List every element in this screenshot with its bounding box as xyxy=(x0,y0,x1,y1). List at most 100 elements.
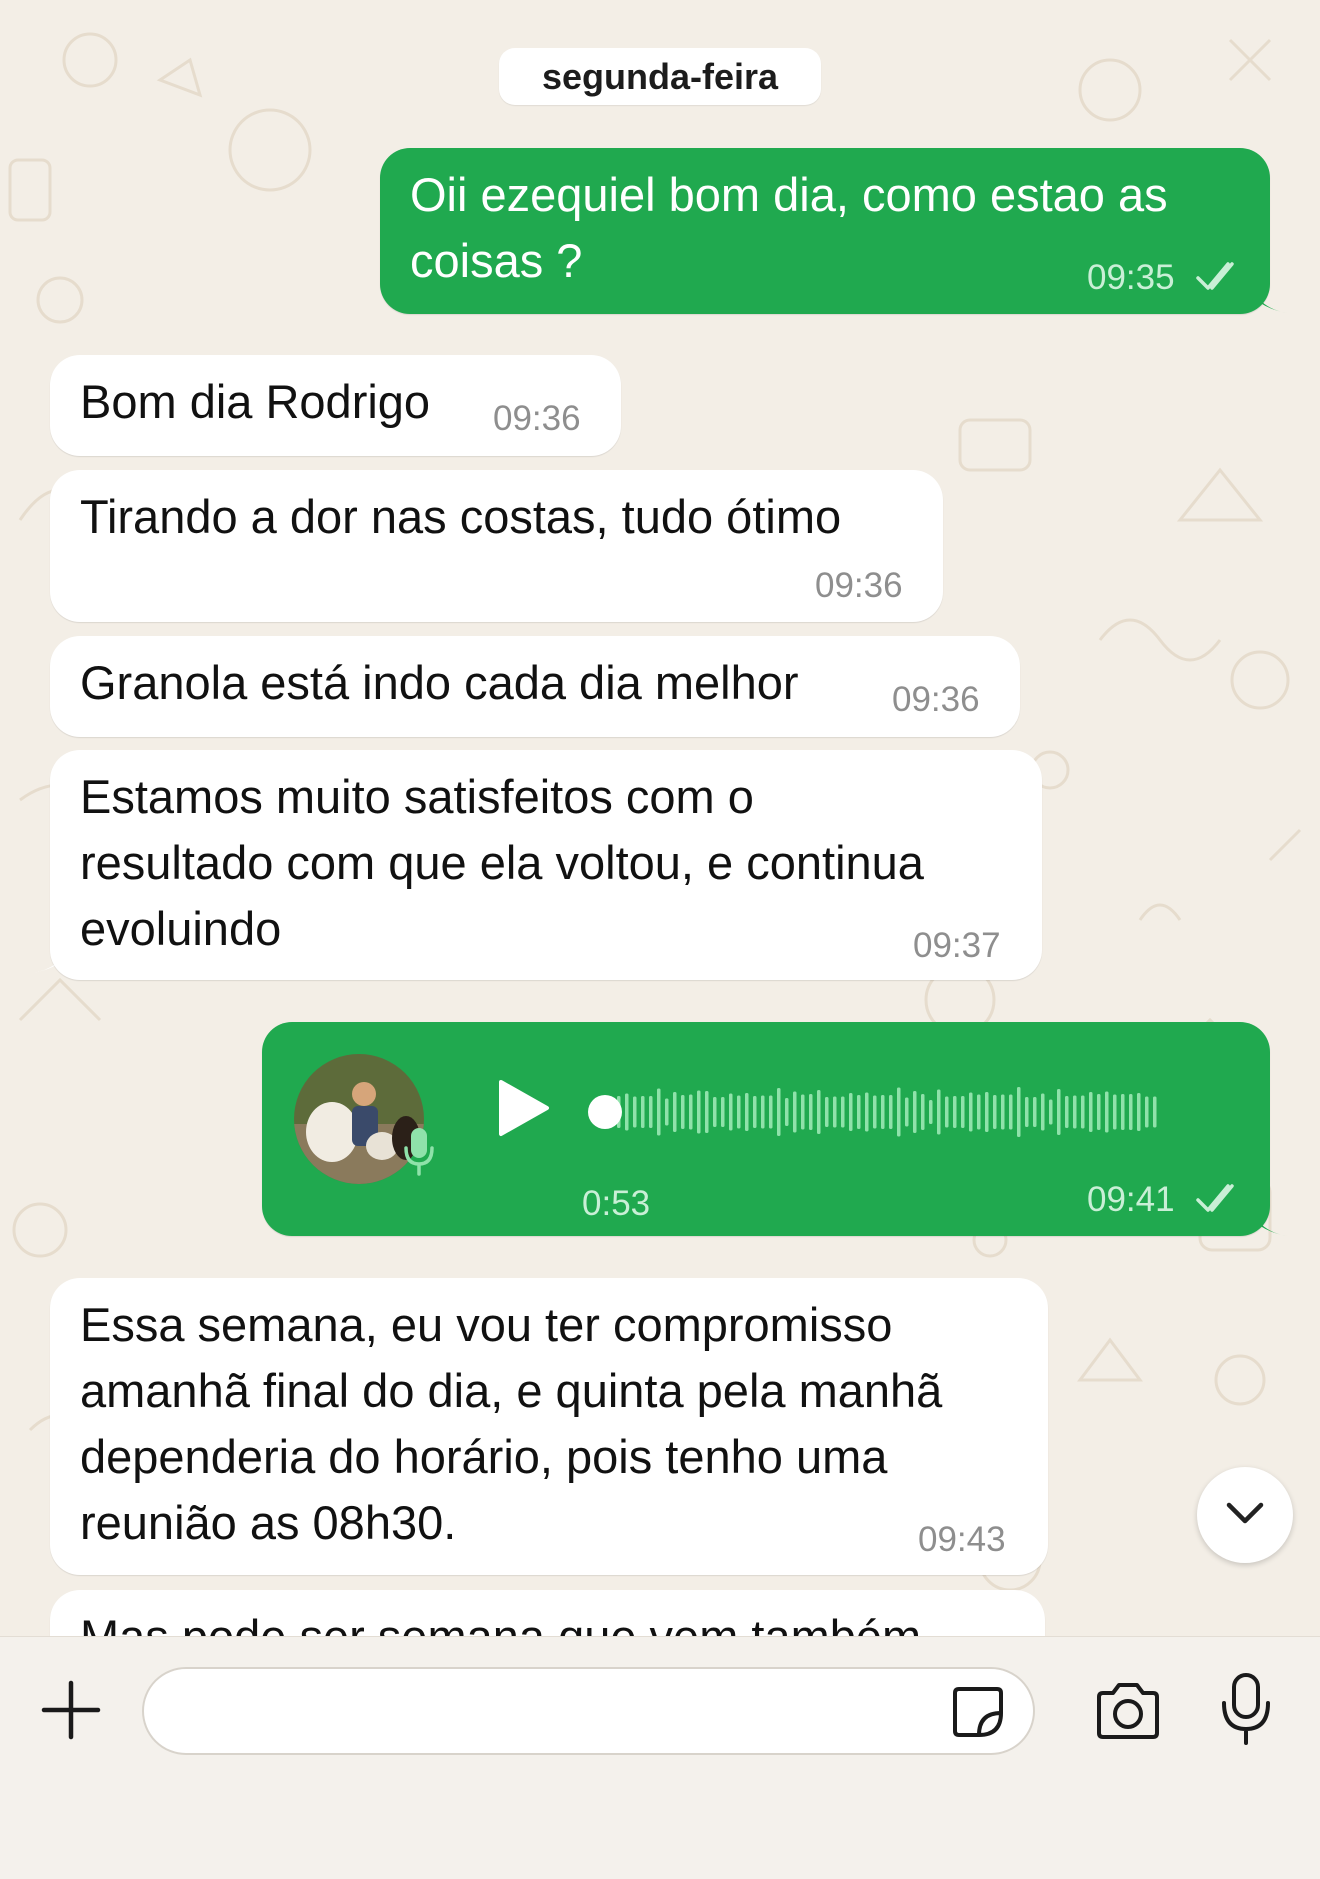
date-separator: segunda-feira xyxy=(499,48,821,105)
message-text: Oii ezequiel bom dia, como estao as xyxy=(410,168,1168,221)
voice-message[interactable]: 0:53 09:41 xyxy=(262,1022,1270,1236)
waveform-bar xyxy=(769,1095,773,1129)
message-time: 09:35 xyxy=(1087,258,1175,297)
message-text: Granola está indo cada dia melhor xyxy=(80,656,799,709)
waveform-bar xyxy=(697,1090,701,1134)
message-text: Bom dia Rodrigo xyxy=(80,375,431,428)
waveform-bar xyxy=(817,1090,821,1134)
message-time: 09:43 xyxy=(918,1520,1006,1559)
chevron-down-icon xyxy=(1226,1502,1264,1524)
waveform-bar xyxy=(1041,1093,1045,1131)
message-text: resultado com que ela voltou, e continua xyxy=(80,836,924,889)
waveform-bar xyxy=(657,1088,661,1136)
message-time: 09:36 xyxy=(493,399,581,438)
incoming-message[interactable]: Essa semana, eu vou ter compromisso aman… xyxy=(50,1278,1048,1575)
waveform-bar xyxy=(937,1089,941,1135)
waveform-bar xyxy=(673,1092,677,1132)
waveform-bar xyxy=(1081,1095,1085,1129)
waveform-bar xyxy=(1025,1097,1029,1127)
waveform-bar xyxy=(785,1098,789,1126)
waveform-bar xyxy=(1057,1089,1061,1135)
waveform-bar xyxy=(953,1096,957,1128)
waveform-bar xyxy=(1009,1094,1013,1130)
chat-area[interactable]: segunda-feira Oii ezequiel bom dia, como… xyxy=(0,0,1320,1636)
message-text: Tirando a dor nas costas, tudo ótimo xyxy=(80,490,842,543)
message-text: Estamos muito satisfeitos com o xyxy=(80,770,754,823)
waveform-bar xyxy=(849,1093,853,1131)
playhead-handle[interactable] xyxy=(588,1095,622,1129)
waveform-bar xyxy=(865,1092,869,1132)
message-composer xyxy=(0,1636,1320,1879)
waveform-bar xyxy=(825,1097,829,1127)
incoming-message[interactable]: Estamos muito satisfeitos com o resultad… xyxy=(50,750,1042,980)
waveform-bar xyxy=(737,1095,741,1129)
microphone-icon[interactable] xyxy=(1220,1671,1272,1747)
waveform-bar xyxy=(1113,1094,1117,1130)
play-icon[interactable] xyxy=(495,1078,551,1138)
waveform-bar xyxy=(641,1096,645,1128)
voice-duration: 0:53 xyxy=(582,1184,651,1223)
message-text: amanhã final do dia, e quinta pela manhã xyxy=(80,1364,943,1417)
waveform-bar xyxy=(793,1091,797,1133)
camera-icon[interactable] xyxy=(1093,1681,1163,1741)
waveform-bar xyxy=(945,1096,949,1128)
waveform-bar xyxy=(633,1096,637,1128)
waveform-bar xyxy=(857,1095,861,1129)
waveform-bar xyxy=(1145,1096,1149,1128)
message-text: evoluindo xyxy=(80,902,282,955)
waveform-bar xyxy=(1129,1094,1133,1130)
waveform-bar xyxy=(905,1097,909,1127)
waveform-bar xyxy=(929,1100,933,1124)
waveform-bar xyxy=(729,1093,733,1131)
incoming-message[interactable]: Bom dia Rodrigo 09:36 xyxy=(50,355,621,456)
waveform-bar xyxy=(801,1094,805,1130)
voice-waveform[interactable] xyxy=(587,1074,1187,1150)
waveform-bar xyxy=(1033,1097,1037,1127)
waveform-bar xyxy=(873,1095,877,1129)
message-text: Mas pode ser semana que vem também xyxy=(80,1604,921,1636)
waveform-bar xyxy=(753,1096,757,1128)
waveform-bar xyxy=(1097,1094,1101,1130)
waveform-bar xyxy=(721,1097,725,1127)
waveform-bar xyxy=(777,1088,781,1136)
incoming-message-partial[interactable]: Mas pode ser semana que vem também xyxy=(50,1590,1045,1636)
waveform-bar xyxy=(961,1096,965,1128)
microphone-badge-icon xyxy=(404,1128,434,1176)
incoming-message[interactable]: Tirando a dor nas costas, tudo ótimo 09:… xyxy=(50,470,943,622)
waveform-bar xyxy=(913,1091,917,1133)
waveform-bar xyxy=(809,1094,813,1130)
waveform-bar xyxy=(713,1097,717,1127)
message-time: 09:41 xyxy=(1087,1180,1175,1219)
waveform-bar xyxy=(681,1095,685,1129)
waveform-bar xyxy=(841,1096,845,1128)
message-time: 09:37 xyxy=(913,926,1001,965)
plus-icon[interactable] xyxy=(40,1679,102,1741)
waveform-bar xyxy=(689,1094,693,1130)
waveform-bar xyxy=(977,1094,981,1130)
waveform-bar xyxy=(1089,1092,1093,1132)
waveform-bar xyxy=(1049,1099,1053,1125)
scroll-to-bottom-button[interactable] xyxy=(1197,1467,1293,1563)
message-text: Essa semana, eu vou ter compromisso xyxy=(80,1298,893,1351)
waveform-bar xyxy=(969,1092,973,1132)
waveform-bar xyxy=(1073,1095,1077,1129)
waveform-bar xyxy=(705,1091,709,1133)
waveform-bar xyxy=(1017,1087,1021,1137)
waveform-bar xyxy=(1137,1093,1141,1131)
waveform-bar xyxy=(1001,1094,1005,1130)
waveform-bar xyxy=(889,1095,893,1129)
message-input-container[interactable] xyxy=(142,1667,1035,1755)
waveform-bar xyxy=(833,1096,837,1128)
read-ticks-icon xyxy=(1196,1184,1234,1212)
incoming-message[interactable]: Granola está indo cada dia melhor 09:36 xyxy=(50,636,1020,737)
waveform-bar xyxy=(993,1095,997,1129)
waveform-bar xyxy=(897,1087,901,1137)
waveform-bar xyxy=(1065,1096,1069,1128)
waveform-bar xyxy=(665,1098,669,1126)
message-input[interactable] xyxy=(174,1683,938,1741)
message-time: 09:36 xyxy=(892,680,980,719)
sticker-icon[interactable] xyxy=(949,1683,1007,1741)
waveform-bar xyxy=(881,1095,885,1129)
message-text: reunião as 08h30. xyxy=(80,1496,457,1549)
outgoing-message[interactable]: Oii ezequiel bom dia, como estao as cois… xyxy=(380,148,1270,314)
